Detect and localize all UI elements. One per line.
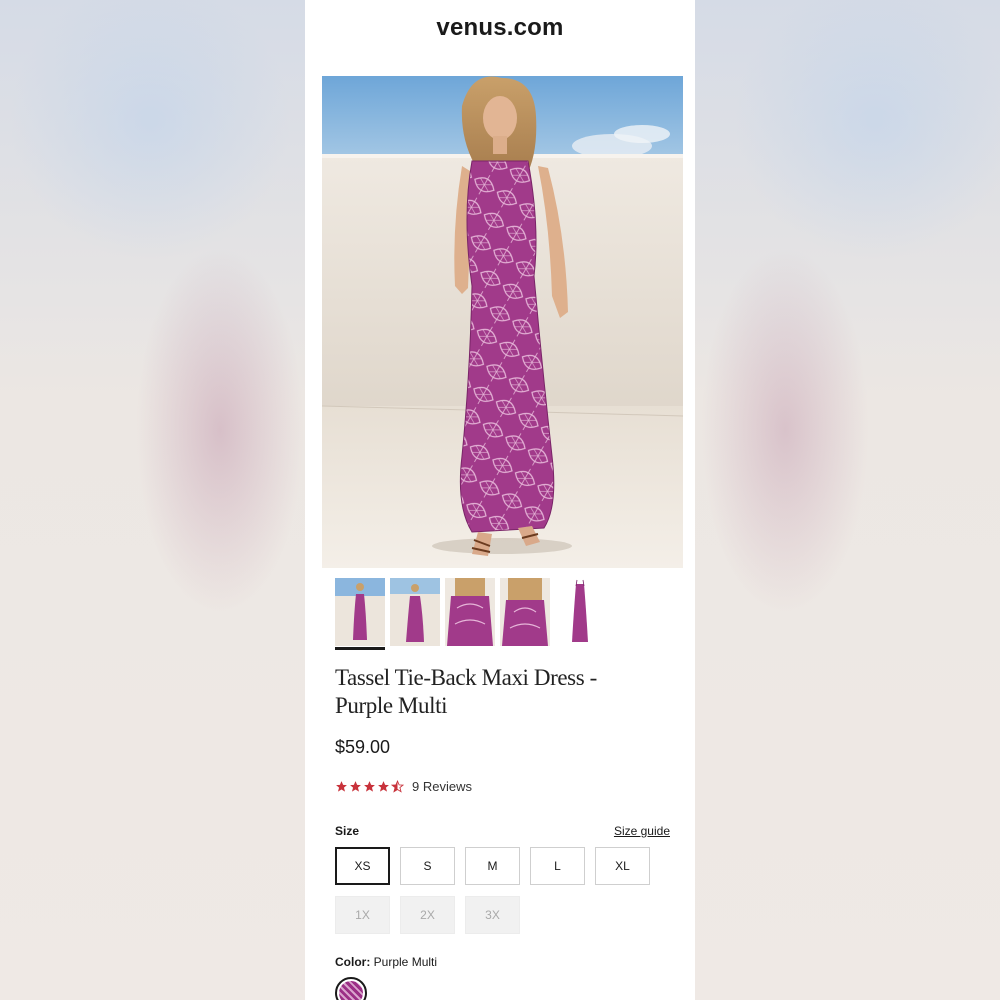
product-hero-image[interactable] [322,76,683,568]
blurred-backdrop-right [695,0,1000,1000]
product-page: venus.com Tassel Tie-Back Maxi Dress - P… [305,0,695,1000]
size-option-xs[interactable]: XS [335,847,390,885]
size-option-m[interactable]: M [465,847,520,885]
color-value: Purple Multi [373,955,438,969]
color-selection: Color: Purple Multi [335,955,437,969]
thumbnail-flat-lay[interactable] [555,578,605,646]
size-option-xl[interactable]: XL [595,847,650,885]
star-full-icon [350,781,361,792]
model-in-dress-photo [322,76,683,568]
star-full-icon [364,781,375,792]
size-option-2x: 2X [400,896,455,934]
size-guide-link[interactable]: Size guide [614,824,670,838]
blurred-backdrop-left [0,0,305,1000]
size-option-1x: 1X [335,896,390,934]
size-label: Size [335,824,360,838]
star-full-icon [378,781,389,792]
swatch-pattern [339,981,363,1000]
product-title-line-1: Tassel Tie-Back Maxi Dress - [335,665,597,690]
color-swatch-purple-multi[interactable] [335,977,367,1000]
thumbnail-detail-front[interactable] [445,578,495,646]
thumbnail-front-view[interactable] [335,578,385,646]
reviews-count: 9 Reviews [412,779,472,794]
selected-thumbnail-indicator [335,647,385,650]
star-half-icon [391,780,404,793]
thumbnail-back-view[interactable] [390,578,440,646]
star-full-icon [336,781,347,792]
thumbnail-strip [335,578,635,650]
color-label: Color: [335,955,371,969]
star-rating [335,780,404,793]
size-option-s[interactable]: S [400,847,455,885]
product-title: Tassel Tie-Back Maxi Dress - Purple Mult… [335,664,655,720]
product-price: $59.00 [335,737,391,757]
size-option-3x: 3X [465,896,520,934]
thumbnail-detail-back[interactable] [500,578,550,646]
site-title[interactable]: venus.com [305,14,695,42]
product-title-line-2: Purple Multi [335,693,448,718]
rating-reviews-link[interactable]: 9 Reviews [335,779,472,794]
size-option-l[interactable]: L [530,847,585,885]
